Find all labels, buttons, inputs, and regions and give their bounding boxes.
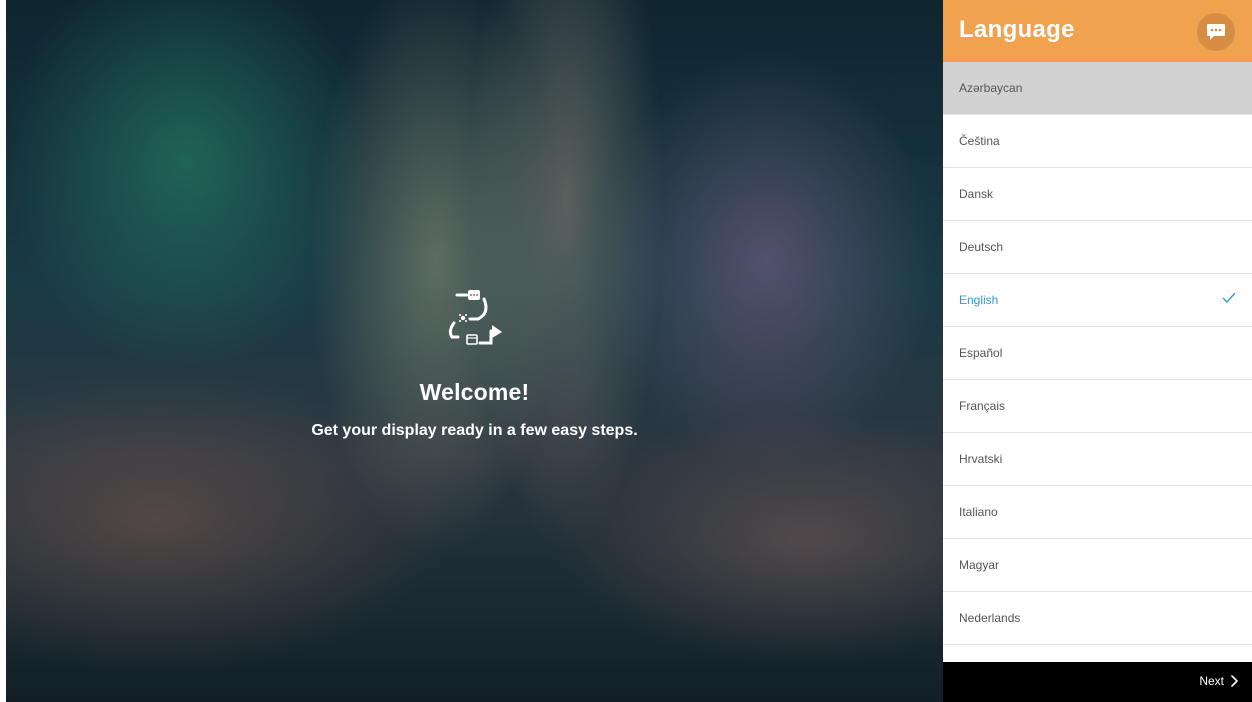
panel-header: Language bbox=[943, 0, 1252, 62]
panel-title: Language bbox=[959, 16, 1075, 43]
language-item[interactable]: Hrvatski bbox=[943, 433, 1252, 486]
language-item[interactable]: Magyar bbox=[943, 539, 1252, 592]
language-label: Dansk bbox=[959, 187, 994, 201]
language-item[interactable]: Français bbox=[943, 380, 1252, 433]
language-item[interactable]: Español bbox=[943, 327, 1252, 380]
welcome-block: Welcome! Get your display ready in a few… bbox=[6, 285, 943, 440]
setup-steps-icon bbox=[448, 290, 502, 345]
language-list: Azərbaycan Čeština Dansk Deutsch English Espa… bbox=[943, 62, 1252, 662]
language-item[interactable]: Dansk bbox=[943, 168, 1252, 221]
language-item[interactable]: Italiano bbox=[943, 486, 1252, 539]
next-label: Next bbox=[1199, 674, 1224, 688]
welcome-title: Welcome! bbox=[419, 379, 530, 405]
language-label: Magyar bbox=[959, 558, 1000, 572]
language-panel: Language Azərbaycan Čeština Dansk Deutsch En… bbox=[943, 0, 1252, 702]
language-label: Azərbaycan bbox=[959, 81, 1023, 95]
chat-button[interactable] bbox=[1197, 13, 1235, 51]
next-button[interactable]: Next bbox=[1199, 674, 1238, 688]
checkmark-icon bbox=[1222, 292, 1236, 303]
chevron-right-icon bbox=[1231, 675, 1238, 687]
language-label: Italiano bbox=[959, 505, 998, 519]
language-label: Hrvatski bbox=[959, 452, 1003, 466]
language-label: Čeština bbox=[959, 134, 1000, 148]
language-item[interactable]: Čeština bbox=[943, 115, 1252, 168]
language-label: Nederlands bbox=[959, 611, 1021, 625]
language-label: English bbox=[959, 293, 999, 307]
language-item[interactable]: Nederlands bbox=[943, 592, 1252, 645]
language-label: Deutsch bbox=[959, 240, 1004, 254]
language-item[interactable]: English bbox=[943, 274, 1252, 327]
welcome-subtitle: Get your display ready in a few easy ste… bbox=[311, 422, 638, 439]
background-image: Welcome! Get your display ready in a few… bbox=[6, 0, 943, 702]
footer-bar: Next bbox=[943, 662, 1252, 702]
language-item[interactable]: Deutsch bbox=[943, 221, 1252, 274]
language-label: Français bbox=[959, 399, 1006, 413]
language-label: Español bbox=[959, 346, 1003, 360]
chat-bubble-icon bbox=[1207, 24, 1225, 40]
language-item[interactable]: Azərbaycan bbox=[943, 62, 1252, 115]
